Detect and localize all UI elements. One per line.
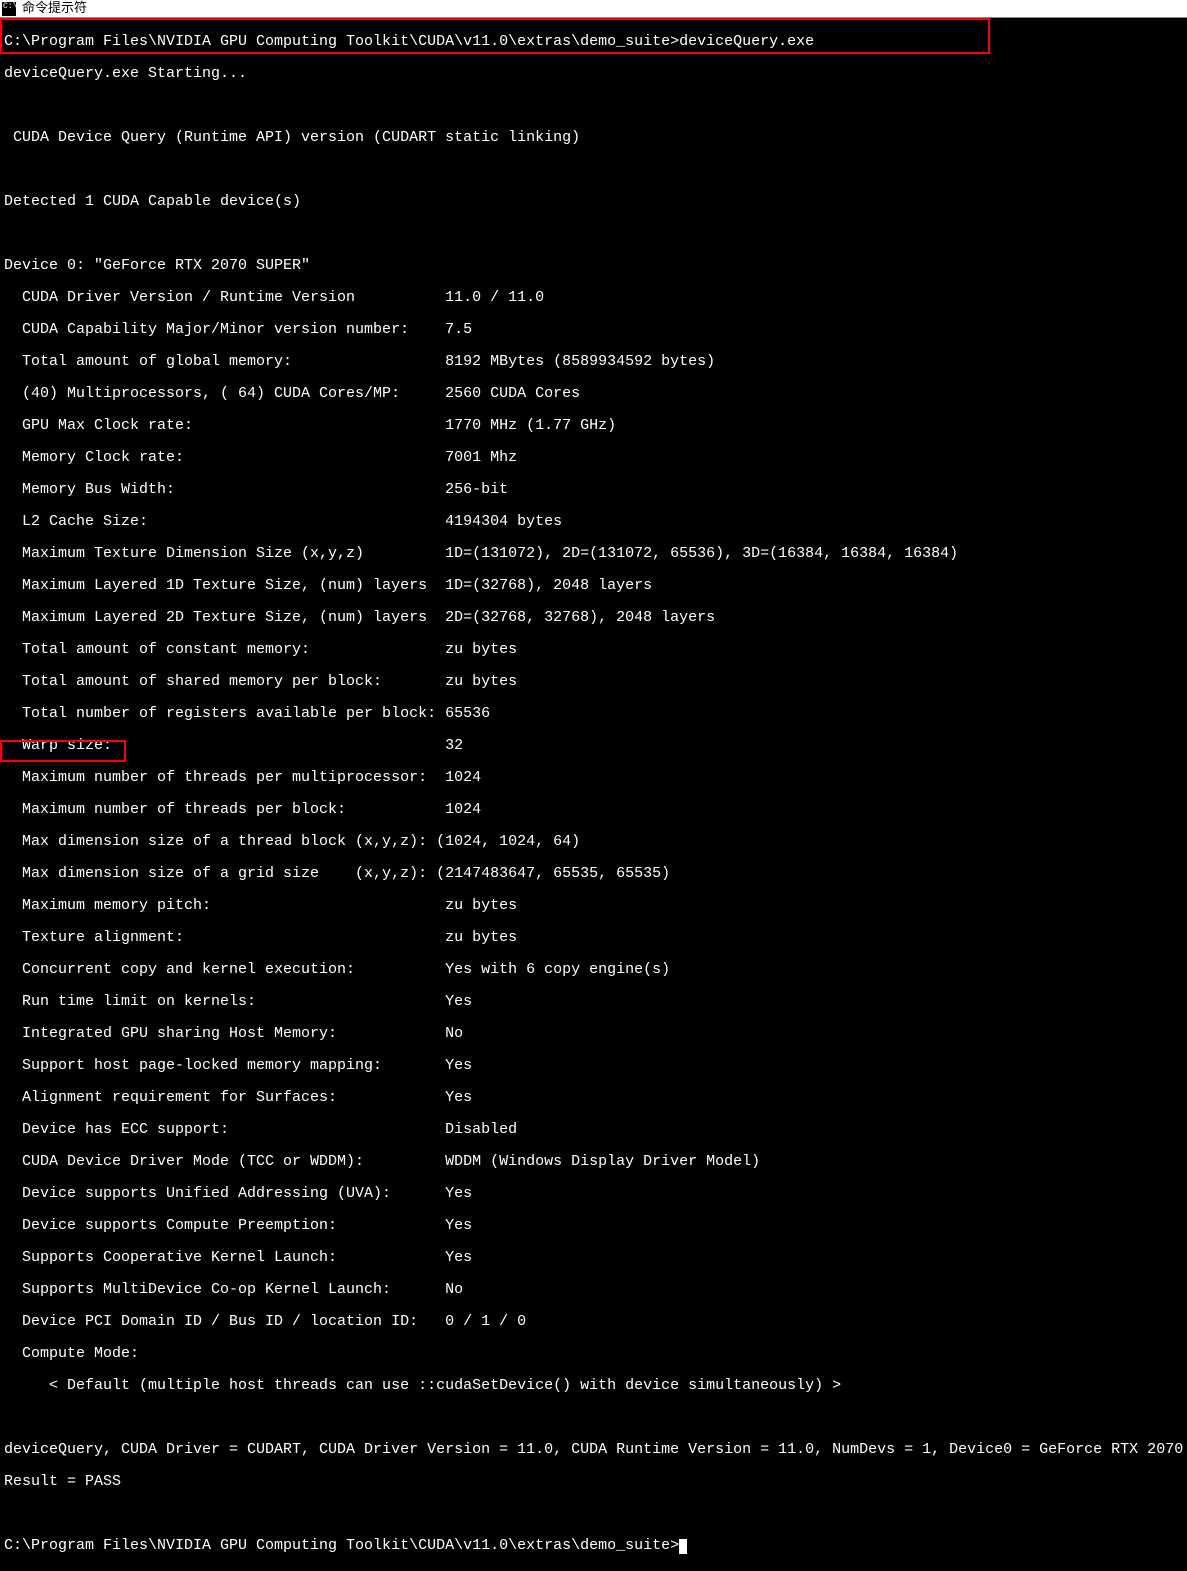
output-line: < Default (multiple host threads can use… <box>4 1378 1183 1394</box>
output-line <box>4 1506 1183 1522</box>
output-line: deviceQuery.exe Starting... <box>4 66 1183 82</box>
output-line: Maximum Texture Dimension Size (x,y,z) 1… <box>4 546 1183 562</box>
output-line: Device has ECC support: Disabled <box>4 1122 1183 1138</box>
output-line: Maximum memory pitch: zu bytes <box>4 898 1183 914</box>
window-title: 命令提示符 <box>22 1 87 17</box>
output-line <box>4 98 1183 114</box>
output-line: Memory Clock rate: 7001 Mhz <box>4 450 1183 466</box>
output-line <box>4 1410 1183 1426</box>
output-line: Maximum Layered 1D Texture Size, (num) l… <box>4 578 1183 594</box>
result-line: Result = PASS <box>4 1474 1183 1490</box>
output-line: Total amount of global memory: 8192 MByt… <box>4 354 1183 370</box>
output-line: L2 Cache Size: 4194304 bytes <box>4 514 1183 530</box>
output-line: Supports MultiDevice Co-op Kernel Launch… <box>4 1282 1183 1298</box>
output-line: Max dimension size of a thread block (x,… <box>4 834 1183 850</box>
output-line: Detected 1 CUDA Capable device(s) <box>4 194 1183 210</box>
output-line: Total amount of constant memory: zu byte… <box>4 642 1183 658</box>
output-line: Warp size: 32 <box>4 738 1183 754</box>
output-line: Maximum Layered 2D Texture Size, (num) l… <box>4 610 1183 626</box>
output-line: Device supports Unified Addressing (UVA)… <box>4 1186 1183 1202</box>
output-line: Device supports Compute Preemption: Yes <box>4 1218 1183 1234</box>
prompt-line: C:\Program Files\NVIDIA GPU Computing To… <box>4 34 1183 50</box>
output-line: Maximum number of threads per block: 102… <box>4 802 1183 818</box>
output-line: Total number of registers available per … <box>4 706 1183 722</box>
cursor <box>679 1539 687 1554</box>
output-line: Compute Mode: <box>4 1346 1183 1362</box>
output-line: CUDA Device Query (Runtime API) version … <box>4 130 1183 146</box>
output-line: CUDA Device Driver Mode (TCC or WDDM): W… <box>4 1154 1183 1170</box>
terminal-output[interactable]: C:\Program Files\NVIDIA GPU Computing To… <box>0 18 1187 1570</box>
output-line: Maximum number of threads per multiproce… <box>4 770 1183 786</box>
output-line <box>4 226 1183 242</box>
output-line: Device PCI Domain ID / Bus ID / location… <box>4 1314 1183 1330</box>
output-line: Supports Cooperative Kernel Launch: Yes <box>4 1250 1183 1266</box>
output-line: Concurrent copy and kernel execution: Ye… <box>4 962 1183 978</box>
prompt-line[interactable]: C:\Program Files\NVIDIA GPU Computing To… <box>4 1538 1183 1554</box>
output-line: Total amount of shared memory per block:… <box>4 674 1183 690</box>
output-line: Support host page-locked memory mapping:… <box>4 1058 1183 1074</box>
output-line: Memory Bus Width: 256-bit <box>4 482 1183 498</box>
cmd-icon <box>2 2 16 16</box>
output-line: Run time limit on kernels: Yes <box>4 994 1183 1010</box>
output-line: CUDA Capability Major/Minor version numb… <box>4 322 1183 338</box>
output-line: Max dimension size of a grid size (x,y,z… <box>4 866 1183 882</box>
output-line: Texture alignment: zu bytes <box>4 930 1183 946</box>
output-line: GPU Max Clock rate: 1770 MHz (1.77 GHz) <box>4 418 1183 434</box>
output-line: Alignment requirement for Surfaces: Yes <box>4 1090 1183 1106</box>
output-line <box>4 162 1183 178</box>
output-line: (40) Multiprocessors, ( 64) CUDA Cores/M… <box>4 386 1183 402</box>
window-titlebar[interactable]: 命令提示符 <box>0 0 1187 18</box>
output-line: CUDA Driver Version / Runtime Version 11… <box>4 290 1183 306</box>
output-line: Device 0: "GeForce RTX 2070 SUPER" <box>4 258 1183 274</box>
output-line: deviceQuery, CUDA Driver = CUDART, CUDA … <box>4 1442 1183 1458</box>
output-line: Integrated GPU sharing Host Memory: No <box>4 1026 1183 1042</box>
